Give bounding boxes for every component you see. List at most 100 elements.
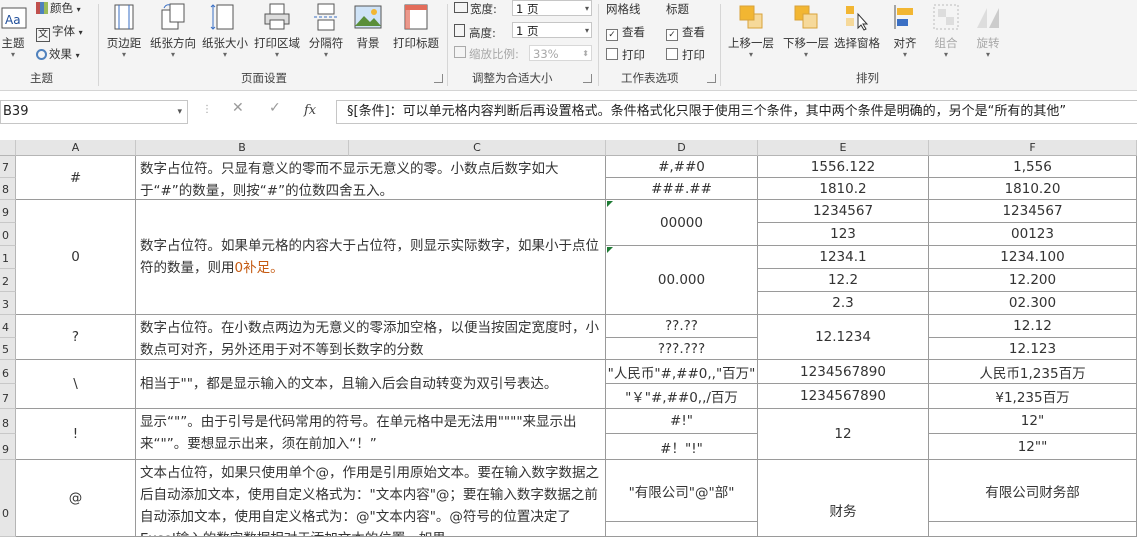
cell-f[interactable]: ¥1,235百万 [929, 384, 1137, 409]
column-header-a[interactable]: A [16, 140, 136, 156]
dialog-launcher-icon[interactable] [583, 74, 592, 83]
bring-forward-button[interactable]: 上移一层 ▾ [724, 2, 778, 59]
print-titles-button[interactable]: 打印标题 [390, 2, 442, 51]
fonts-button[interactable]: 文字体 ▾ [36, 23, 83, 42]
cell-d[interactable]: ###.## [606, 178, 758, 200]
align-button[interactable]: 对齐 ▾ [888, 2, 922, 59]
height-select[interactable]: 1 页 ▾ [512, 22, 592, 38]
column-header-d[interactable]: D [606, 140, 758, 156]
cell-f[interactable]: 1,556 [929, 156, 1137, 178]
dialog-launcher-icon[interactable] [434, 74, 443, 83]
cell-e[interactable]: 1234.1 [758, 246, 929, 269]
breaks-button[interactable]: 分隔符 ▾ [306, 2, 346, 59]
cell-d[interactable]: 00.000 [606, 246, 758, 315]
cell-f[interactable]: 12.200 [929, 269, 1137, 292]
cell-e[interactable]: 12.2 [758, 269, 929, 292]
cell-d[interactable]: #,##0 [606, 156, 758, 178]
row-header[interactable]: 6 [0, 360, 16, 384]
row-header[interactable]: 5 [0, 338, 16, 360]
cell-e[interactable]: 1810.2 [758, 178, 929, 200]
effects-button[interactable]: 效果 ▾ [36, 46, 80, 62]
row-header[interactable]: 8 [0, 409, 16, 434]
cell-e[interactable]: 1556.122 [758, 156, 929, 178]
row-header[interactable]: 0 [0, 223, 16, 246]
cell-f[interactable]: 12.123 [929, 338, 1137, 360]
cell-a-at[interactable]: @ [16, 460, 136, 537]
group-button[interactable]: 组合 ▾ [928, 2, 964, 59]
cell-e[interactable]: 2.3 [758, 292, 929, 315]
cell-f[interactable]: 1234567 [929, 200, 1137, 223]
cell-b-question[interactable]: 数字占位符。在小数点两边为无意义的零添加空格，以便当按固定宽度时，小数点可对齐，… [136, 315, 606, 360]
cell-d[interactable]: "有限公司"@"部" [606, 460, 758, 522]
background-button[interactable]: 背景 [350, 2, 386, 51]
selection-pane-button[interactable]: 选择窗格 [832, 2, 882, 51]
cell-e[interactable]: 1234567890 [758, 360, 929, 384]
gridlines-print-checkbox[interactable]: 打印 [606, 47, 645, 63]
select-all-corner[interactable] [0, 140, 16, 156]
row-header[interactable]: 1 [0, 246, 16, 269]
column-header-e[interactable]: E [758, 140, 929, 156]
formula-input[interactable]: §[条件]：可以单元格内容判断后再设置格式。条件格式化只限于使用三个条件，其中两… [336, 100, 1137, 124]
size-button[interactable]: 纸张大小 ▾ [200, 2, 250, 59]
column-header-b[interactable]: B [136, 140, 349, 156]
cell-d[interactable]: #!" [606, 409, 758, 434]
cell-a-backslash[interactable]: \ [16, 360, 136, 409]
send-backward-button[interactable]: 下移一层 ▾ [780, 2, 832, 59]
cell-e[interactable]: 12.1234 [758, 315, 929, 360]
cell-f[interactable]: 1234.100 [929, 246, 1137, 269]
print-area-button[interactable]: 打印区域 ▾ [252, 2, 302, 59]
gridlines-view-checkbox[interactable]: ✓ 查看 [606, 24, 645, 41]
cell-f[interactable]: 人民币1,235百万 [929, 360, 1137, 384]
cell-e[interactable]: 123 [758, 223, 929, 246]
cell-f[interactable]: 12.12 [929, 315, 1137, 338]
cell-d[interactable]: "人民币"#,##0,,"百万" [606, 360, 758, 384]
cell-a-zero[interactable]: 0 [16, 200, 136, 315]
cell-e[interactable]: 财务 [758, 460, 929, 537]
themes-button[interactable]: Aa 主题 ▾ [0, 2, 27, 59]
cell-f[interactable]: 02.300 [929, 292, 1137, 315]
cell-f[interactable] [929, 522, 1137, 537]
cell-b-bang[interactable]: 显示“"”。由于引号是代码常用的符号。在单元格中是无法用""""来显示出来“"”… [136, 409, 606, 460]
enter-check-icon[interactable]: ✓ [269, 100, 281, 116]
cell-d[interactable]: "￥"#,##0,,/百万 [606, 384, 758, 409]
cell-b-backslash[interactable]: 相当于""，都是显示输入的文本，且输入后会自动转变为双引号表达。 [136, 360, 606, 409]
cell-a-hash[interactable]: # [16, 156, 136, 200]
margins-button[interactable]: 页边距 ▾ [104, 2, 144, 59]
cell-f[interactable]: 12" [929, 409, 1137, 434]
cell-d[interactable]: ??.?? [606, 315, 758, 338]
cell-e[interactable]: 1234567 [758, 200, 929, 223]
dialog-launcher-icon[interactable] [707, 74, 716, 83]
cell-e[interactable]: 1234567890 [758, 384, 929, 409]
name-box[interactable]: B39 ▾ [0, 100, 188, 124]
cell-e[interactable]: 12 [758, 409, 929, 460]
column-header-c[interactable]: C [349, 140, 606, 156]
row-header[interactable]: 9 [0, 200, 16, 223]
headings-view-checkbox[interactable]: ✓ 查看 [666, 24, 705, 41]
cell-b-zero[interactable]: 数字占位符。如果单元格的内容大于占位符，则显示实际数字，如果小于点位符的数量，则… [136, 200, 606, 315]
cell-d[interactable]: #！"!" [606, 434, 758, 460]
cell-d[interactable] [606, 522, 758, 537]
row-header[interactable]: 9 [0, 434, 16, 460]
cell-a-bang[interactable]: ! [16, 409, 136, 460]
cell-f[interactable]: 00123 [929, 223, 1137, 246]
rotate-button[interactable]: 旋转 ▾ [970, 2, 1006, 59]
row-header[interactable]: 7 [0, 156, 16, 178]
row-header[interactable]: 2 [0, 269, 16, 292]
insert-function-icon[interactable]: fx [304, 103, 316, 118]
headings-print-checkbox[interactable]: 打印 [666, 47, 705, 63]
cell-b-hash[interactable]: 数字占位符。只显有意义的零而不显示无意义的零。小数点后数字如大于“#”的数量，则… [136, 156, 606, 200]
column-header-f[interactable]: F [929, 140, 1137, 156]
row-header[interactable]: 0 [0, 460, 16, 537]
row-header[interactable]: 7 [0, 384, 16, 409]
cell-f[interactable]: 有限公司财务部 [929, 460, 1137, 522]
orientation-button[interactable]: 纸张方向 ▾ [148, 2, 198, 59]
colors-button[interactable]: 颜色 ▾ [36, 0, 81, 16]
cell-a-question[interactable]: ? [16, 315, 136, 360]
cell-f[interactable]: 12"" [929, 434, 1137, 460]
row-header[interactable]: 4 [0, 315, 16, 338]
cell-d[interactable]: ???.??? [606, 338, 758, 360]
row-header[interactable]: 8 [0, 178, 16, 200]
scale-spinner[interactable]: 33% ⬍ [529, 45, 592, 61]
cancel-icon[interactable]: ✕ [232, 100, 244, 116]
cell-d[interactable]: 00000 [606, 200, 758, 246]
